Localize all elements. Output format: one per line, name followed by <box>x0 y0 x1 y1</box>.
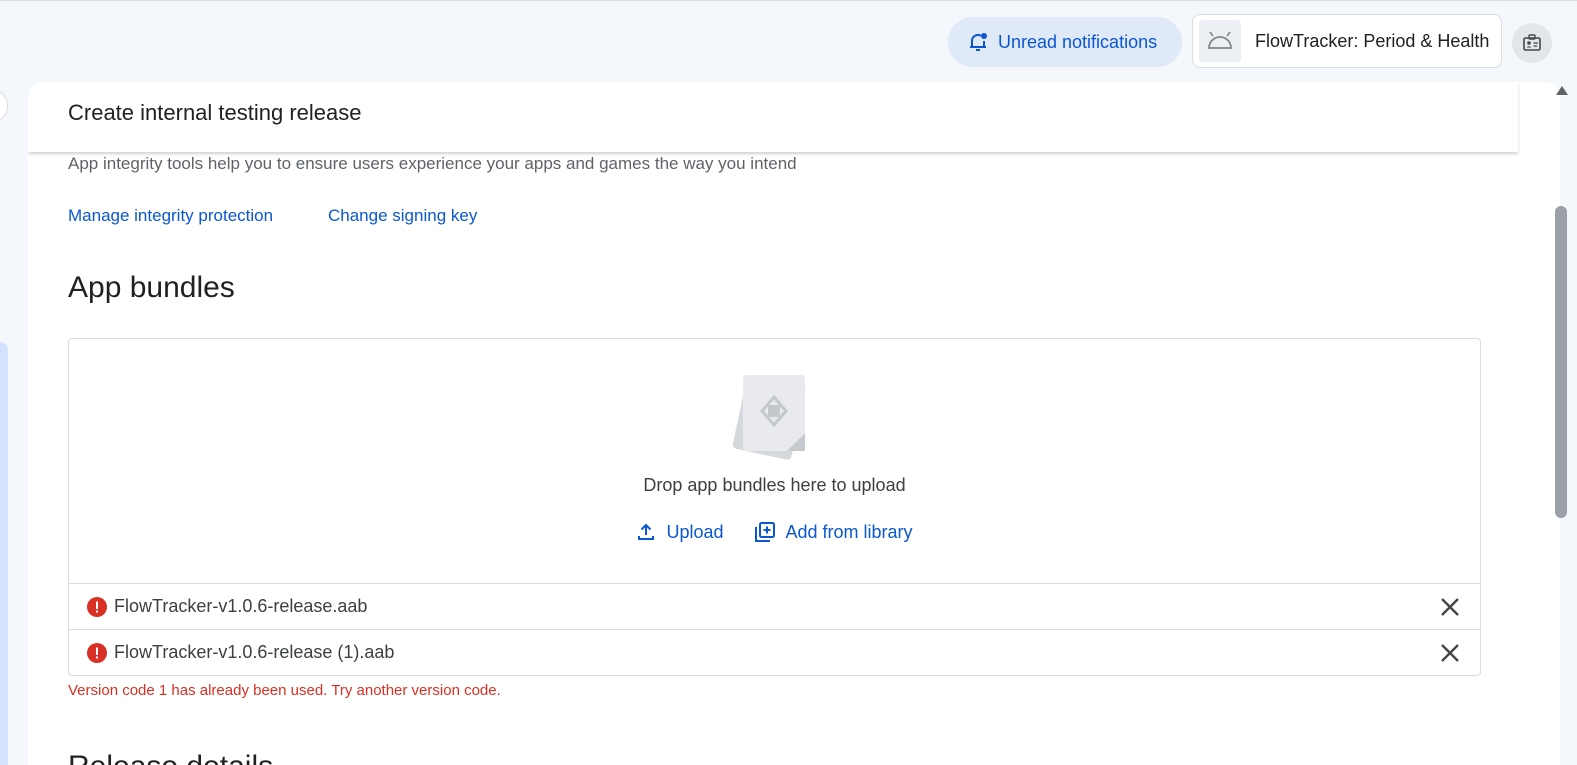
add-to-library-icon <box>754 522 775 542</box>
collapsed-nav-button[interactable] <box>0 88 8 124</box>
error-icon <box>87 643 107 663</box>
app-selector[interactable]: FlowTracker: Period & Health <box>1192 14 1502 68</box>
upload-button[interactable]: Upload <box>636 521 724 543</box>
upload-icon <box>638 523 655 540</box>
add-from-library-label: Add from library <box>785 521 913 542</box>
file-name: FlowTracker-v1.0.6-release (1).aab <box>114 642 395 662</box>
app-bundle-dropzone[interactable]: Drop app bundles here to upload Upload A… <box>68 338 1481 676</box>
app-icon-container <box>1199 20 1241 62</box>
scroll-thumb[interactable] <box>1555 206 1567 518</box>
top-bar: Unread notifications FlowTracker: Period… <box>0 0 1577 80</box>
page-scrollbar[interactable] <box>1553 82 1573 765</box>
file-row: FlowTracker-v1.0.6-release.aab <box>69 583 1480 629</box>
dropzone-actions: Upload Add from library <box>69 521 1480 543</box>
close-icon[interactable] <box>1439 642 1461 664</box>
notification-bell-icon <box>970 33 987 51</box>
integrity-description: App integrity tools help you to ensure u… <box>68 154 797 173</box>
account-button[interactable] <box>1512 23 1552 63</box>
version-code-error: Version code 1 has already been used. Tr… <box>68 682 501 699</box>
release-panel: Create internal testing release App inte… <box>28 82 1560 765</box>
change-signing-key-link[interactable]: Change signing key <box>328 206 477 226</box>
account-badge-icon <box>1523 34 1541 51</box>
close-icon[interactable] <box>1439 596 1461 618</box>
add-from-library-button[interactable]: Add from library <box>754 521 913 543</box>
release-details-heading: Release details <box>68 750 273 765</box>
app-bundles-heading: App bundles <box>68 271 235 304</box>
nav-rail-edge <box>0 342 8 765</box>
dropzone-instructions: Drop app bundles here to upload <box>643 475 906 495</box>
unread-notifications-button[interactable]: Unread notifications <box>948 17 1182 67</box>
upload-label: Upload <box>666 521 724 542</box>
file-row: FlowTracker-v1.0.6-release (1).aab <box>69 629 1480 675</box>
page-title: Create internal testing release <box>68 100 362 125</box>
panel-header: Create internal testing release <box>28 82 1518 152</box>
error-icon <box>87 597 107 617</box>
bundle-upload-illustration <box>733 375 806 460</box>
unread-notifications-label: Unread notifications <box>998 31 1158 52</box>
file-name: FlowTracker-v1.0.6-release.aab <box>114 596 368 616</box>
manage-integrity-link[interactable]: Manage integrity protection <box>68 206 273 226</box>
android-icon <box>1208 32 1232 49</box>
app-name: FlowTracker: Period & Health <box>1255 30 1490 51</box>
scroll-up-arrow-icon[interactable] <box>1556 86 1568 95</box>
